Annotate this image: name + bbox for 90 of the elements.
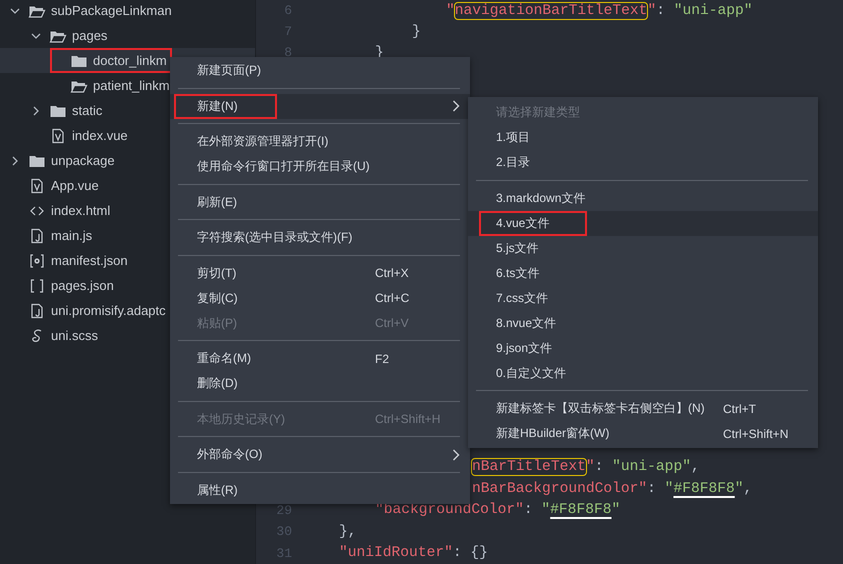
- menu-item-label: 9.json文件: [496, 340, 552, 356]
- menu-item[interactable]: 4.vue文件: [468, 210, 818, 236]
- code-token: ": [586, 459, 595, 476]
- menu-item-label: 刷新(E): [197, 194, 237, 210]
- menu-item[interactable]: 外部命令(O): [170, 442, 470, 467]
- menu-item-label: 新建HBuilder窗体(W): [496, 425, 610, 442]
- menu-item[interactable]: 在外部资源管理器打开(I): [170, 129, 470, 154]
- menu-item[interactable]: 复制(C) Ctrl+C: [170, 286, 470, 310]
- shortcut-label: F2: [375, 352, 390, 366]
- code-token: ,: [690, 459, 700, 476]
- code-token: navigationBarTitleText: [454, 2, 648, 18]
- menu-item-label: 剪切(T): [197, 264, 236, 282]
- menu-item-label: 6.ts文件: [496, 264, 540, 282]
- code-token: ": [664, 480, 674, 497]
- code-token: nBarTitleText: [472, 459, 586, 476]
- js-file-icon: [29, 302, 45, 318]
- menu-item-label: 3.markdown文件: [496, 190, 586, 206]
- menu-item[interactable]: 重命名(M) F2: [170, 346, 470, 371]
- menu-item-label: 1.项目: [496, 129, 530, 146]
- shortcut-label: Ctrl+Shift+N: [723, 426, 788, 440]
- menu-item-label: 4.vue文件: [496, 214, 550, 232]
- tree-item[interactable]: subPackageLinkman: [0, 0, 255, 23]
- code-token: ": [611, 502, 620, 518]
- menu-item-label: 新建标签卡【双击标签卡右侧空白】(N): [496, 400, 705, 417]
- code-token: "uniIdRouter": [339, 545, 453, 562]
- menu-item-label: 2.目录: [496, 154, 530, 171]
- menu-item-label: 7.css文件: [496, 290, 548, 306]
- tree-item[interactable]: pages: [0, 23, 255, 48]
- menu-item[interactable]: 7.css文件: [468, 286, 818, 310]
- code-token: },: [339, 524, 357, 540]
- brackets-icon: [29, 278, 45, 294]
- menu-item[interactable]: 新建标签卡【双击标签卡右侧空白】(N) Ctrl+T: [468, 396, 818, 421]
- menu-item-label: 外部命令(O): [197, 446, 262, 463]
- menu-item-label: 字符搜索(选中目录或文件)(F): [197, 229, 352, 246]
- code-token: ": [446, 2, 455, 18]
- menu-item[interactable]: 字符搜索(选中目录或文件)(F): [170, 225, 470, 250]
- shortcut-label: Ctrl+X: [375, 266, 409, 280]
- code-token: :: [656, 2, 666, 18]
- gear-brackets-icon: [29, 252, 45, 268]
- menu-item-label: 删除(D): [197, 375, 238, 392]
- menu-item-label: 属性(R): [197, 482, 238, 498]
- code-token: nBarBackgroundColor": [472, 480, 648, 497]
- menu-item-label: 粘贴(P): [197, 314, 237, 332]
- menu-item[interactable]: 剪切(T) Ctrl+X: [170, 260, 470, 286]
- js-file-icon: [29, 228, 45, 244]
- code-token: :: [452, 545, 463, 562]
- menu-item[interactable]: 1.项目: [468, 125, 818, 150]
- vue-file-icon: [50, 128, 66, 144]
- code-token: :: [594, 459, 604, 476]
- shortcut-label: Ctrl+T: [723, 402, 756, 416]
- code-token: ": [647, 2, 656, 18]
- menu-item-label: 复制(C): [197, 290, 238, 306]
- menu-item[interactable]: 删除(D): [170, 371, 470, 396]
- menu-item[interactable]: 使用命令行窗口打开所在目录(U): [170, 154, 470, 179]
- code-token: #F8F8F8: [673, 480, 735, 497]
- menu-item-label: 在外部资源管理器打开(I): [197, 133, 328, 150]
- menu-item-label: 请选择新建类型: [496, 104, 580, 121]
- code-token: "backgroundColor": [375, 502, 524, 518]
- menu-item-label: 5.js文件: [496, 240, 539, 256]
- code-token: #F8F8F8: [550, 502, 612, 518]
- menu-item[interactable]: 2.目录: [468, 150, 818, 175]
- menu-item[interactable]: 6.ts文件: [468, 260, 818, 286]
- shortcut-label: Ctrl+C: [375, 291, 410, 305]
- menu-item[interactable]: 8.nvue文件: [468, 310, 818, 336]
- menu-item-label: 使用命令行窗口打开所在目录(U): [197, 158, 370, 175]
- menu-item-label: 本地历史记录(Y): [197, 410, 285, 428]
- code-token: ": [541, 502, 550, 518]
- menu-item-label: 0.自定义文件: [496, 364, 566, 382]
- shortcut-label: Ctrl+V: [375, 316, 409, 330]
- menu-item[interactable]: 9.json文件: [468, 336, 818, 360]
- menu-item[interactable]: 属性(R): [170, 478, 470, 502]
- menu-item-label: 重命名(M): [197, 350, 251, 367]
- code-token: "uni-app": [612, 459, 691, 476]
- code-token: ": [734, 480, 744, 497]
- shortcut-label: Ctrl+Shift+H: [375, 412, 440, 426]
- menu-item[interactable]: 3.markdown文件: [468, 186, 818, 210]
- code-token: :: [647, 480, 657, 497]
- menu-item[interactable]: 新建(N): [170, 94, 470, 118]
- code-token: :: [524, 502, 534, 518]
- vue-file-icon: [29, 178, 45, 194]
- menu-item[interactable]: 5.js文件: [468, 236, 818, 260]
- code-token: ,: [744, 480, 752, 497]
- menu-item-label: 新建(N): [197, 98, 238, 114]
- menu-item[interactable]: 0.自定义文件: [468, 360, 818, 386]
- menu-item[interactable]: 新建HBuilder窗体(W) Ctrl+Shift+N: [468, 421, 818, 446]
- code-token: {}: [470, 545, 488, 562]
- menu-item[interactable]: 刷新(E): [170, 190, 470, 214]
- code-token: }: [412, 24, 421, 40]
- code-token: "uni-app": [674, 2, 753, 18]
- menu-item-label: 8.nvue文件: [496, 314, 556, 332]
